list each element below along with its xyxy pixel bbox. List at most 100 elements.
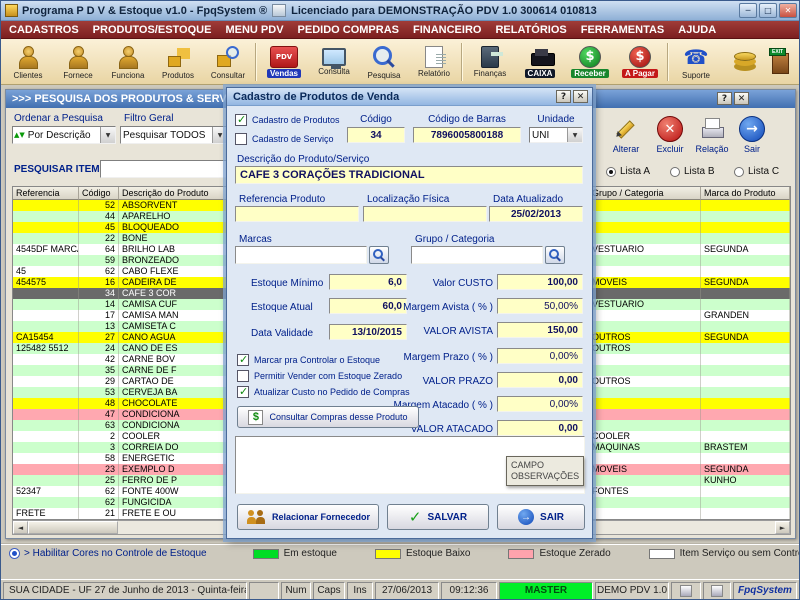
cell-marca bbox=[701, 486, 790, 497]
valor-atacado-field[interactable]: 0,00 bbox=[497, 420, 583, 436]
margem-prazo-field[interactable]: 0,00% bbox=[497, 348, 583, 364]
action-relacao-button[interactable]: Relação bbox=[692, 116, 732, 154]
cell-cod: 58 bbox=[79, 453, 119, 464]
order-combobox[interactable]: ▲▼ Por Descrição ▼ bbox=[12, 126, 116, 144]
checkbox-cadastro-produtos[interactable]: Cadastro de Produtos bbox=[235, 113, 340, 126]
toolbar-button-relatorio[interactable]: Relatório bbox=[409, 40, 459, 84]
valor-avista-field[interactable]: 150,00 bbox=[497, 322, 583, 338]
toolbar-button-receber[interactable]: Receber bbox=[565, 40, 615, 84]
toolbar-button-financas[interactable]: Finanças bbox=[465, 40, 515, 84]
checkbox-unchecked-icon bbox=[235, 133, 247, 145]
person-icon bbox=[63, 44, 93, 70]
toolbar-button-suporte[interactable]: Suporte bbox=[671, 40, 721, 84]
toolbar-button-clientes[interactable]: Clientes bbox=[3, 40, 53, 84]
toolbar: Clientes Fornece Funciona Produtos Consultar… bbox=[1, 39, 799, 85]
toolbar-button-pesquisa[interactable]: Pesquisa bbox=[359, 40, 409, 84]
maximize-button[interactable]: □ bbox=[759, 3, 777, 18]
checkbox-cadastro-servico[interactable]: Cadastro de Serviço bbox=[235, 133, 334, 145]
menu-item-menu-pdv[interactable]: MENU PDV bbox=[225, 24, 283, 36]
status-version: DEMO PDV 1.0 bbox=[595, 581, 669, 599]
action-alterar-button[interactable]: Alterar bbox=[606, 116, 646, 154]
toolbar-button-caixa[interactable]: CAIXA bbox=[515, 40, 565, 84]
scroll-right-arrow[interactable]: ► bbox=[775, 521, 790, 534]
cell-cod: 63 bbox=[79, 420, 119, 431]
minimize-button[interactable]: ─ bbox=[739, 3, 757, 18]
codigo-field[interactable]: 34 bbox=[347, 127, 405, 143]
grupo-search-button[interactable] bbox=[545, 246, 565, 264]
checkbox-checked-icon bbox=[237, 353, 249, 366]
scroll-left-arrow[interactable]: ◄ bbox=[13, 521, 28, 534]
toolbar-button-vendas[interactable]: PDV Vendas bbox=[259, 40, 309, 84]
toolbar-button-consulta[interactable]: Consulta bbox=[309, 40, 359, 84]
toolbar-button-consultar[interactable]: Consultar bbox=[203, 40, 253, 84]
toolbar-button-funciona[interactable]: Funciona bbox=[103, 40, 153, 84]
exit-icon[interactable]: EXIT bbox=[767, 47, 793, 74]
dropdown-arrow-icon[interactable]: ▼ bbox=[567, 128, 582, 142]
localizacao-field[interactable] bbox=[363, 206, 487, 222]
search-item-input[interactable] bbox=[100, 160, 230, 178]
search-help-button[interactable]: ? bbox=[717, 92, 732, 105]
referencia-field[interactable] bbox=[235, 206, 359, 222]
toolbar-button-produtos[interactable]: Produtos bbox=[153, 40, 203, 84]
column-header-grupo-categoria[interactable]: Grupo / Categoria bbox=[589, 187, 701, 200]
modal-close-button[interactable]: ✕ bbox=[573, 90, 588, 103]
coins-icon[interactable] bbox=[731, 50, 759, 74]
margem-atacado-field[interactable]: 0,00% bbox=[497, 396, 583, 412]
toolbar-button-a-pagar[interactable]: A Pagar bbox=[615, 40, 665, 84]
register-dark-icon bbox=[527, 46, 555, 68]
menu-item-pedido-compras[interactable]: PEDIDO COMPRAS bbox=[298, 24, 399, 36]
checkbox-vender-zerado[interactable]: Permitir Vender com Estoque Zerado bbox=[237, 370, 402, 382]
consultar-compras-label: Consultar Compras desse Produto bbox=[269, 412, 408, 422]
search-item-label: PESQUISAR ITEM bbox=[14, 164, 100, 175]
cell-grupo: VESTUARIO bbox=[589, 299, 701, 310]
relacionar-fornecedor-button[interactable]: Relacionar Fornecedor bbox=[237, 504, 379, 530]
menu-item-ferramentas[interactable]: FERRAMENTAS bbox=[581, 24, 665, 36]
checkbox-controlar-estoque[interactable]: Marcar pra Controlar o Estoque bbox=[237, 353, 380, 366]
column-header-referencia[interactable]: Referencia bbox=[13, 187, 79, 200]
column-header-marca-do-produto[interactable]: Marca do Produto bbox=[701, 187, 790, 200]
dropdown-arrow-icon[interactable]: ▼ bbox=[212, 127, 227, 143]
modal-help-button[interactable]: ? bbox=[556, 90, 571, 103]
cell-ref: 45 bbox=[13, 266, 79, 277]
scroll-thumb[interactable] bbox=[28, 521, 118, 534]
menu-item-produtos-estoque[interactable]: PRODUTOS/ESTOQUE bbox=[93, 24, 212, 36]
menu-item-cadastros[interactable]: CADASTROS bbox=[9, 24, 79, 36]
report-icon bbox=[425, 45, 446, 68]
descricao-field[interactable]: CAFE 3 CORAÇÕES TRADICIONAL bbox=[235, 166, 583, 184]
dropdown-arrow-icon[interactable]: ▼ bbox=[100, 127, 115, 143]
marcas-search-button[interactable] bbox=[369, 246, 389, 264]
legend-toggle[interactable]: > Habilitar Cores no Controle de Estoque bbox=[9, 548, 207, 559]
cell-cod: 35 bbox=[79, 365, 119, 376]
window-controls: ─ □ ✕ bbox=[739, 3, 797, 18]
radio-lista-b[interactable]: Lista B bbox=[670, 166, 715, 177]
cell-grupo bbox=[589, 420, 701, 431]
action-sair-button[interactable]: Sair bbox=[732, 116, 772, 154]
action-excluir-button[interactable]: Excluir bbox=[650, 116, 690, 154]
atualizado-field[interactable]: 25/02/2013 bbox=[489, 206, 583, 222]
radio-lista-c[interactable]: Lista C bbox=[734, 166, 779, 177]
menu-item-ajuda[interactable]: AJUDA bbox=[678, 24, 716, 36]
menu-item-financeiro[interactable]: FINANCEIRO bbox=[413, 24, 481, 36]
consultar-compras-button[interactable]: $ Consultar Compras desse Produto bbox=[237, 406, 419, 428]
close-button[interactable]: ✕ bbox=[779, 3, 797, 18]
menu-item-relatorios[interactable]: RELATÓRIOS bbox=[495, 24, 566, 36]
toolbar-button-fornece[interactable]: Fornece bbox=[53, 40, 103, 84]
grupo-field[interactable] bbox=[411, 246, 543, 264]
checkbox-atualizar-custo[interactable]: Atualizar Custo no Pedido de Compras bbox=[237, 385, 410, 398]
margem-avista-field[interactable]: 50,00% bbox=[497, 298, 583, 314]
column-header-codigo[interactable]: Código bbox=[79, 187, 119, 200]
search-close-button[interactable]: ✕ bbox=[734, 92, 749, 105]
unidade-combobox[interactable]: UNI ▼ bbox=[529, 127, 583, 143]
custo-field[interactable]: 100,00 bbox=[497, 274, 583, 290]
cell-ref bbox=[13, 376, 79, 387]
radio-lista-a[interactable]: Lista A bbox=[606, 166, 650, 177]
custo-label: Valor CUSTO bbox=[432, 278, 493, 289]
valor-prazo-field[interactable]: 0,00 bbox=[497, 372, 583, 388]
check-icon: ✓ bbox=[408, 508, 422, 526]
barras-field[interactable]: 7896005800188 bbox=[413, 127, 521, 143]
sair-button[interactable]: → SAIR bbox=[497, 504, 585, 530]
filter-combobox[interactable]: Pesquisar TODOS ▼ bbox=[120, 126, 228, 144]
marcas-field[interactable] bbox=[235, 246, 367, 264]
salvar-button[interactable]: ✓ SALVAR bbox=[387, 504, 489, 530]
cell-ref: 454575 bbox=[13, 277, 79, 288]
